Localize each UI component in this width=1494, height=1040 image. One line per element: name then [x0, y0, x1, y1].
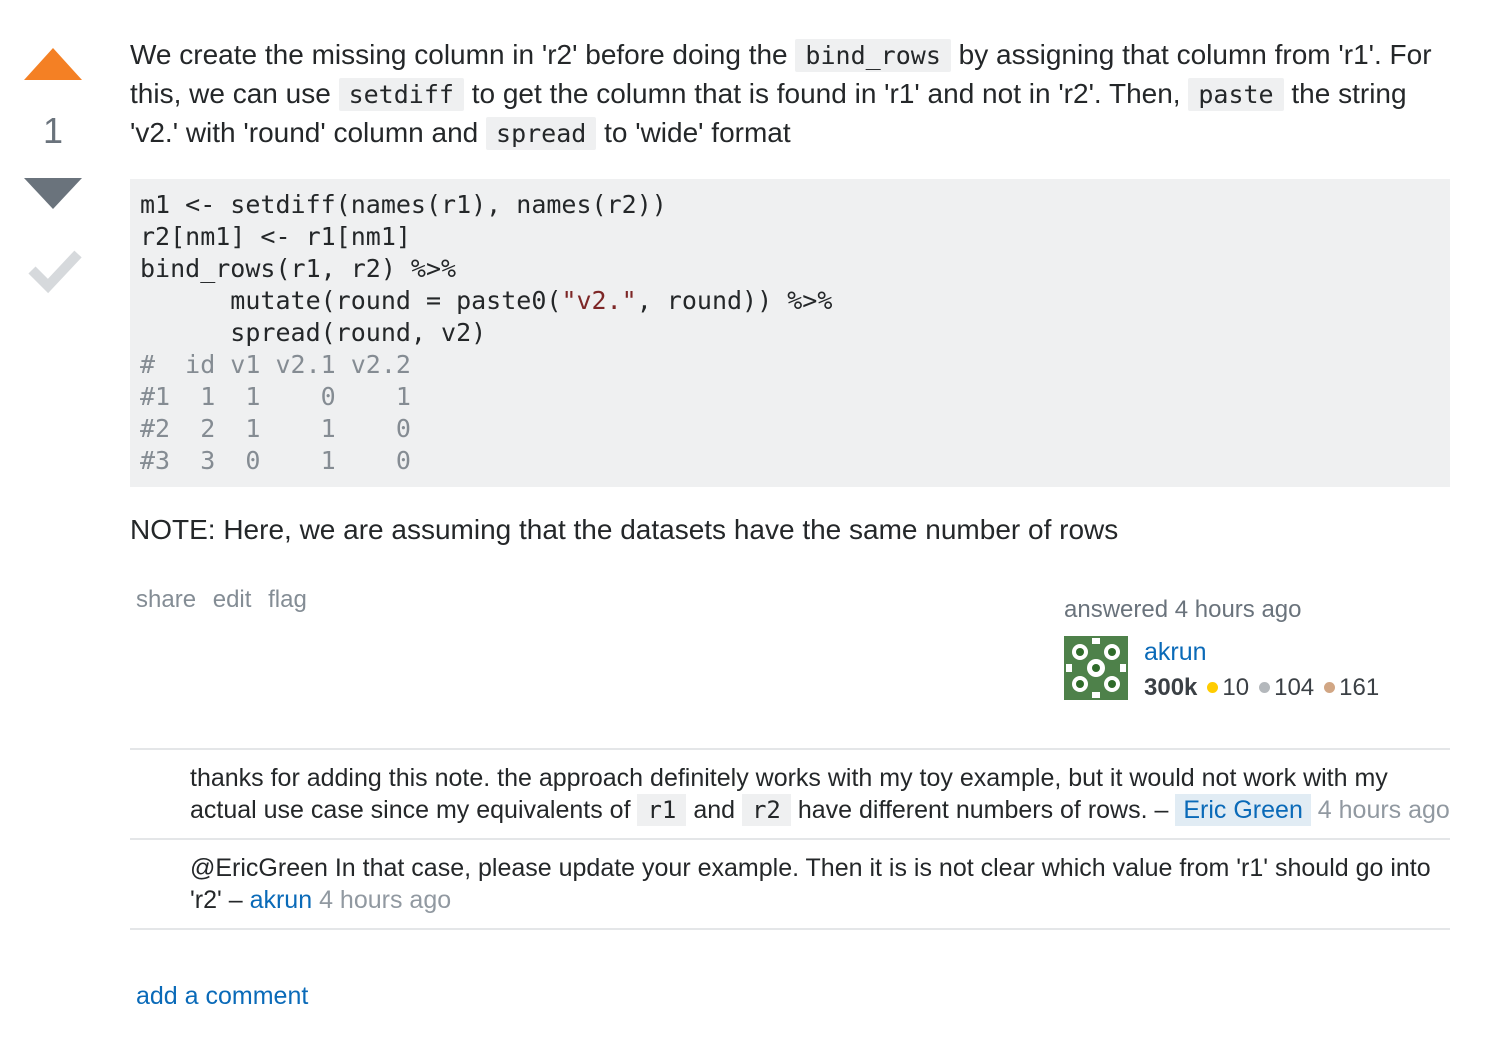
inline-code: bind_rows: [795, 39, 951, 72]
silver-badge-count: 104: [1274, 674, 1315, 701]
code-line: m1 <- setdiff(names(r1), names(r2)): [140, 190, 667, 219]
bronze-badge-icon: [1324, 682, 1336, 694]
accepted-check-icon[interactable]: [28, 246, 82, 296]
flag-link[interactable]: flag: [268, 586, 307, 613]
edit-link[interactable]: edit: [213, 586, 252, 613]
answered-time: answered 4 hours ago: [1064, 596, 1302, 623]
code-comment: #1 1 1 0 1: [140, 382, 411, 411]
silver-badge-icon: [1259, 682, 1271, 694]
gold-badge-count: 10: [1222, 674, 1250, 701]
comment-date: 4 hours ago: [319, 886, 452, 914]
code-line: spread(round, v2): [140, 318, 487, 347]
add-comment-link[interactable]: add a comment: [136, 982, 308, 1011]
inline-code: r1: [637, 794, 687, 826]
code-block: m1 <- setdiff(names(r1), names(r2)) r2[n…: [130, 179, 1450, 487]
upvote-arrow-icon[interactable]: [24, 48, 82, 80]
bronze-badge-count: 161: [1339, 674, 1380, 701]
code-line: mutate(round = paste0(: [140, 286, 562, 315]
downvote-arrow-icon[interactable]: [24, 178, 82, 209]
vote-count: 1: [42, 110, 64, 151]
answer-text: We create the missing column in 'r2' bef…: [130, 39, 1432, 150]
user-reputation: 300k 10 104 161: [1144, 674, 1379, 702]
inline-code: paste: [1188, 78, 1284, 111]
post-menu: share edit flag: [136, 586, 317, 614]
user-avatar[interactable]: [1064, 636, 1128, 700]
code-comment: # id v1 v2.1 v2.2: [140, 350, 411, 379]
inline-code: setdiff: [338, 78, 464, 111]
code-line: r2[nm1] <- r1[nm1]: [140, 222, 411, 251]
code-string: "v2.": [561, 286, 637, 315]
comment: thanks for adding this note. the approac…: [130, 750, 1450, 840]
share-link[interactable]: share: [136, 586, 196, 613]
code-comment: #3 3 0 1 0: [140, 446, 411, 475]
inline-code: r2: [741, 794, 791, 826]
answer-note: NOTE: Here, we are assuming that the dat…: [130, 514, 1119, 545]
inline-code: spread: [486, 117, 597, 150]
user-card: answered 4 hours ago akrun 300k 10 104 161: [1064, 596, 1444, 701]
code-comment: #2 2 1 1 0: [140, 414, 411, 443]
comment: @EricGreen In that case, please update y…: [130, 840, 1450, 930]
code-line: , round)) %>%: [636, 286, 833, 315]
comment-date: 4 hours ago: [1317, 796, 1450, 824]
comments-list: thanks for adding this note. the approac…: [130, 748, 1450, 930]
reputation-score: 300k: [1144, 674, 1198, 701]
user-name-link[interactable]: akrun: [1144, 638, 1207, 667]
answer-body: We create the missing column in 'r2' bef…: [130, 36, 1450, 549]
comment-user-link[interactable]: akrun: [250, 886, 313, 914]
comment-user-link[interactable]: Eric Green: [1175, 794, 1311, 826]
gold-badge-icon: [1207, 682, 1219, 694]
code-line: bind_rows(r1, r2) %>%: [140, 254, 457, 283]
